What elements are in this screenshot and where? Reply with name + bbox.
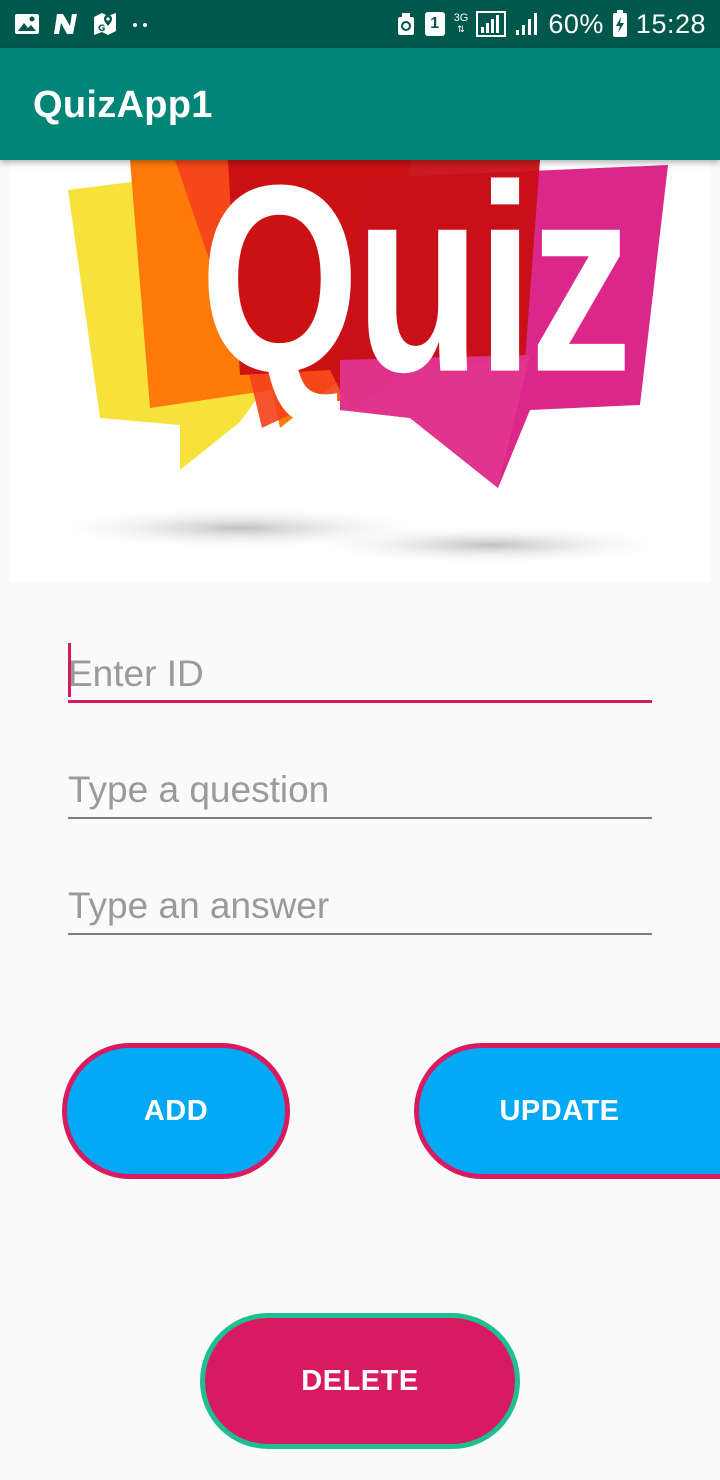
answer-field-underline	[68, 933, 652, 935]
gallery-icon	[14, 12, 40, 36]
sim-slot-number: 1	[430, 15, 440, 32]
recycle-icon	[396, 12, 416, 36]
quiz-banner-image: Quiz	[10, 160, 710, 582]
banner-text: Quiz	[200, 160, 628, 428]
network-type-label: 3G	[453, 12, 469, 24]
id-input[interactable]	[68, 653, 652, 703]
quiz-logo: Quiz	[40, 160, 680, 565]
maps-icon: G	[92, 11, 118, 37]
question-field-underline	[68, 817, 652, 819]
answer-field[interactable]	[68, 875, 652, 935]
status-bar: G 1 3G ⇅ 60% 15:28	[0, 0, 720, 48]
status-right-icons: 1 3G ⇅ 60% 15:28	[396, 9, 706, 40]
clock: 15:28	[635, 8, 706, 39]
add-button[interactable]: ADD	[62, 1043, 290, 1179]
sim-icon: 1	[424, 11, 446, 37]
app-bar: QuizApp1	[0, 48, 720, 160]
network-3g-icon: 3G ⇅	[453, 12, 469, 35]
delete-button-label: DELETE	[301, 1364, 419, 1397]
delete-button[interactable]: DELETE	[200, 1313, 520, 1449]
add-button-label: ADD	[143, 1094, 209, 1127]
update-button[interactable]: UPDATE	[414, 1043, 720, 1179]
question-field[interactable]	[68, 759, 652, 819]
id-field-underline	[68, 700, 652, 703]
signal-icon	[476, 11, 507, 37]
battery-percentage: 60%	[548, 8, 604, 39]
battery-icon	[612, 10, 628, 38]
id-field[interactable]	[68, 643, 652, 703]
answer-input[interactable]	[68, 885, 652, 935]
svg-text:G: G	[98, 24, 105, 34]
question-input[interactable]	[68, 769, 652, 819]
signal-icon	[514, 11, 540, 37]
text-cursor	[68, 643, 71, 697]
dots-icon	[130, 19, 152, 29]
status-left-icons: G	[14, 11, 152, 37]
app-title: QuizApp1	[33, 84, 213, 126]
n-icon	[52, 12, 80, 36]
update-button-label: UPDATE	[499, 1094, 620, 1127]
